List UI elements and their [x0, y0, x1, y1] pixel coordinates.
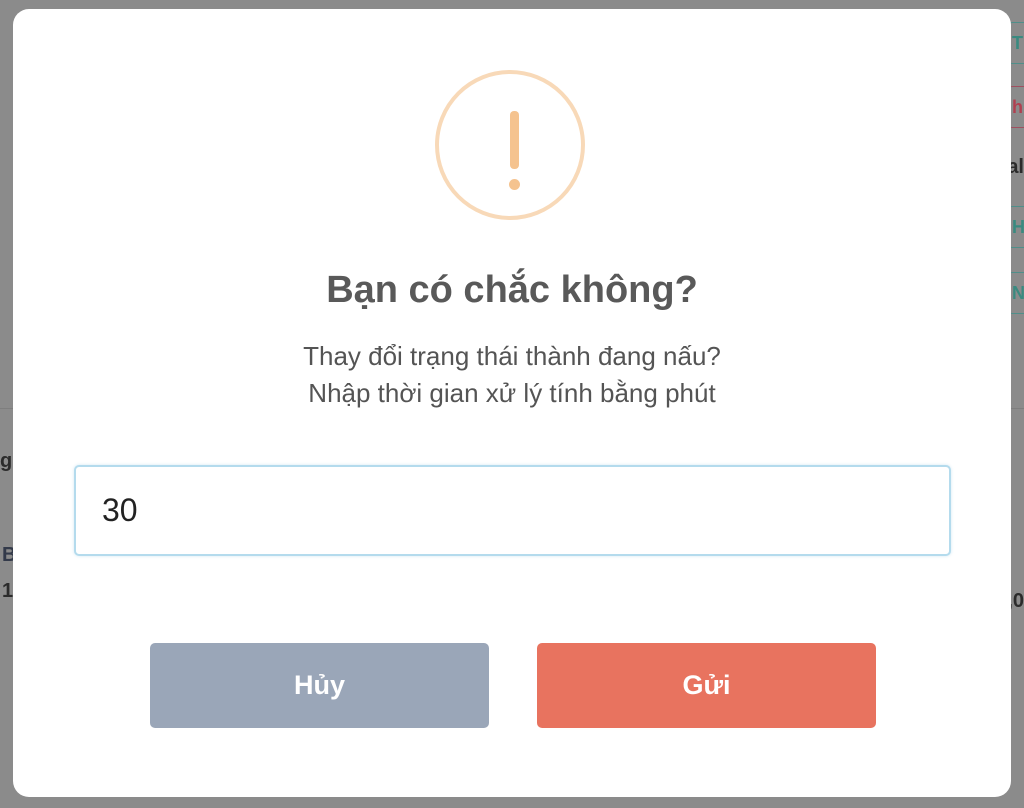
dialog-text-line-2: Nhập thời gian xử lý tính bằng phút — [308, 378, 716, 408]
dialog-text-line-1: Thay đổi trạng thái thành đang nấu? — [303, 341, 721, 371]
background-tag-3: H — [1009, 206, 1024, 248]
confirm-dialog: Bạn có chắc không? Thay đổi trạng thái t… — [13, 9, 1011, 797]
background-text-left-1: g — [0, 450, 13, 472]
processing-time-input[interactable] — [74, 465, 951, 556]
warning-icon-dot — [509, 179, 520, 190]
cancel-button[interactable]: Hủy — [150, 643, 489, 728]
background-tag-4: N — [1009, 272, 1024, 314]
warning-icon — [435, 70, 585, 220]
background-tag-1: T — [1009, 22, 1024, 64]
dialog-title: Bạn có chắc không? — [326, 269, 698, 311]
submit-button[interactable]: Gửi — [537, 643, 876, 728]
background-text-left-3: 1 — [2, 580, 14, 602]
warning-icon-bar — [510, 111, 519, 169]
background-tag-2: h — [1009, 86, 1024, 128]
